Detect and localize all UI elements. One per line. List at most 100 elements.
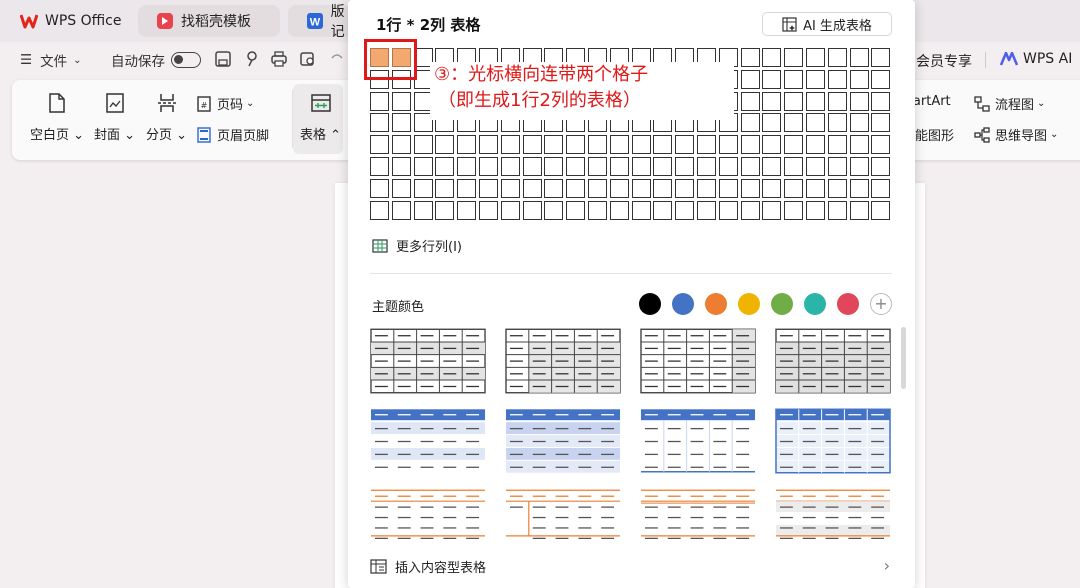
theme-color-swatch[interactable] — [804, 293, 826, 315]
grid-cell[interactable] — [457, 178, 477, 198]
grid-cell[interactable] — [457, 135, 477, 155]
grid-cell[interactable] — [762, 157, 782, 176]
grid-cell[interactable] — [784, 157, 804, 176]
grid-cell[interactable] — [806, 91, 825, 111]
grid-cell[interactable] — [784, 69, 804, 89]
grid-cell[interactable] — [871, 200, 891, 220]
grid-cell[interactable] — [740, 69, 760, 89]
grid-cell[interactable] — [522, 135, 542, 155]
table-style-thumbnail[interactable] — [775, 328, 892, 396]
grid-cell[interactable] — [762, 200, 782, 220]
grid-cell[interactable] — [500, 157, 520, 176]
grid-cell[interactable] — [697, 157, 716, 176]
grid-cell[interactable] — [609, 200, 629, 220]
grid-cell[interactable] — [718, 178, 738, 198]
grid-cell[interactable] — [849, 178, 869, 198]
grid-cell[interactable] — [762, 91, 782, 111]
table-style-thumbnail[interactable] — [505, 488, 622, 556]
grid-cell[interactable] — [849, 157, 869, 176]
gallery-scrollbar[interactable] — [901, 327, 906, 389]
grid-cell[interactable] — [784, 200, 804, 220]
grid-cell[interactable] — [827, 178, 847, 198]
grid-cell[interactable] — [871, 69, 891, 89]
ai-generate-table-button[interactable]: AI 生成表格 — [762, 12, 892, 36]
grid-cell[interactable] — [871, 113, 891, 133]
grid-cell[interactable] — [827, 91, 847, 111]
grid-cell[interactable] — [827, 69, 847, 89]
grid-cell[interactable] — [588, 135, 607, 155]
grid-cell[interactable] — [566, 135, 586, 155]
header-footer-button[interactable]: 页眉页脚 — [196, 125, 269, 144]
grid-cell[interactable] — [697, 200, 716, 220]
grid-cell[interactable] — [740, 157, 760, 176]
theme-color-swatch[interactable] — [738, 293, 760, 315]
grid-cell[interactable] — [391, 178, 411, 198]
grid-cell[interactable] — [784, 48, 804, 67]
grid-cell[interactable] — [413, 157, 433, 176]
grid-cell[interactable] — [740, 113, 760, 133]
grid-cell[interactable] — [849, 69, 869, 89]
table-style-thumbnail[interactable] — [640, 328, 757, 396]
print-preview-icon[interactable] — [299, 50, 317, 68]
save-icon[interactable] — [214, 50, 232, 68]
table-style-thumbnail[interactable] — [775, 488, 892, 556]
grid-cell[interactable] — [391, 113, 411, 133]
grid-cell[interactable] — [871, 48, 891, 67]
grid-cell[interactable] — [609, 157, 629, 176]
grid-cell[interactable] — [806, 135, 825, 155]
theme-color-swatch[interactable] — [672, 293, 694, 315]
grid-cell[interactable] — [871, 157, 891, 176]
grid-cell[interactable] — [457, 157, 477, 176]
grid-cell[interactable] — [740, 135, 760, 155]
grid-cell[interactable] — [718, 200, 738, 220]
table-style-thumbnail[interactable] — [370, 328, 487, 396]
grid-cell[interactable] — [784, 91, 804, 111]
grid-cell[interactable] — [457, 200, 477, 220]
grid-cell[interactable] — [544, 135, 564, 155]
grid-cell[interactable] — [849, 91, 869, 111]
theme-color-swatch[interactable] — [837, 293, 859, 315]
grid-cell[interactable] — [544, 200, 564, 220]
grid-cell[interactable] — [762, 48, 782, 67]
grid-cell[interactable] — [370, 200, 389, 220]
grid-cell[interactable] — [762, 135, 782, 155]
grid-cell[interactable] — [435, 157, 455, 176]
grid-cell[interactable] — [370, 135, 389, 155]
grid-cell[interactable] — [500, 135, 520, 155]
undo-icon[interactable] — [328, 50, 346, 68]
grid-cell[interactable] — [806, 178, 825, 198]
blank-page-button[interactable]: 空白页 ⌄ — [30, 92, 84, 143]
table-style-thumbnail[interactable] — [505, 328, 622, 396]
file-menu[interactable]: ☰ 文件 ⌄ — [20, 50, 82, 70]
tab-wps-office[interactable]: WPS Office — [2, 5, 130, 37]
grid-cell[interactable] — [849, 135, 869, 155]
grid-cell[interactable] — [784, 113, 804, 133]
grid-cell[interactable] — [609, 135, 629, 155]
grid-cell[interactable] — [370, 113, 389, 133]
table-style-thumbnail[interactable] — [775, 408, 892, 476]
grid-cell[interactable] — [806, 69, 825, 89]
grid-cell[interactable] — [827, 157, 847, 176]
grid-cell[interactable] — [697, 135, 716, 155]
more-rows-cols-button[interactable]: 更多行列(I) — [372, 236, 462, 255]
table-style-thumbnail[interactable] — [370, 408, 487, 476]
theme-color-swatch[interactable] — [639, 293, 661, 315]
grid-cell[interactable] — [762, 113, 782, 133]
theme-color-swatch[interactable] — [771, 293, 793, 315]
wps-ai-menu[interactable]: WPS AI — [1000, 51, 1072, 67]
grid-cell[interactable] — [740, 178, 760, 198]
grid-cell[interactable] — [544, 157, 564, 176]
page-break-button[interactable]: 分页 ⌄ — [146, 92, 187, 143]
insert-content-table-button[interactable]: 插入内容型表格 › — [370, 556, 892, 576]
theme-color-swatch[interactable] — [705, 293, 727, 315]
grid-cell[interactable] — [479, 135, 498, 155]
grid-cell[interactable] — [391, 157, 411, 176]
grid-cell[interactable] — [827, 113, 847, 133]
grid-cell[interactable] — [653, 200, 673, 220]
grid-cell[interactable] — [500, 178, 520, 198]
grid-cell[interactable] — [370, 178, 389, 198]
grid-cell[interactable] — [522, 200, 542, 220]
autosave-toggle[interactable]: 自动保存 — [111, 50, 201, 70]
grid-cell[interactable] — [806, 200, 825, 220]
grid-cell[interactable] — [391, 91, 411, 111]
